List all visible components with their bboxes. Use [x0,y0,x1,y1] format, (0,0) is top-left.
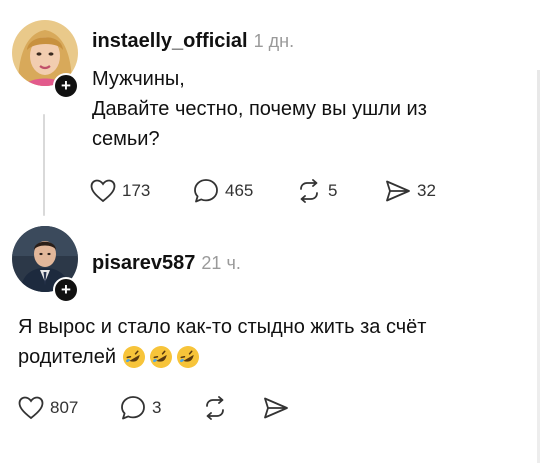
post-text-line-1: Мужчины, [92,68,185,90]
comment-bubble-icon [194,179,218,203]
reply-repost-button[interactable] [202,396,228,420]
reply-comment-count: 3 [152,398,162,417]
post-like-button[interactable]: 173 [90,179,150,203]
reply-like-button[interactable]: 807 [18,396,78,420]
rolling-on-floor-laughing-emoji-group [122,345,200,369]
post-username[interactable]: instaelly_official [92,30,248,52]
heart-icon [90,179,116,203]
reply-text: Я вырос и стало как-то стыдно жить за сч… [18,312,426,372]
rolling-laughing-emoji-icon [150,346,173,368]
heart-icon [18,396,44,420]
post-repost-count: 5 [328,181,338,200]
follow-plus-button[interactable]: + [53,73,79,99]
thread-line [43,114,45,216]
follow-plus-button-reply[interactable]: + [53,277,79,303]
reply-time: 21 ч. [201,253,241,273]
comment-bubble-icon [121,396,145,420]
send-icon [386,180,410,202]
reply-share-button[interactable] [263,396,289,420]
reply-like-count: 807 [50,398,79,417]
reply-text-line-1: Я вырос и стало как-то стыдно жить за сч… [18,316,427,338]
post-text-line-2: Давайте честно, почему вы ушли из [92,98,427,120]
post-like-count: 173 [122,181,151,200]
reply-text-line-2-text: родителей [18,346,117,368]
post-text-line-3: семьи? [92,128,160,150]
post-time: 1 дн. [253,31,295,51]
reply-text-line-2: родителей [18,342,426,372]
reply-username[interactable]: pisarev587 [92,252,195,274]
repost-icon [300,179,318,203]
rolling-laughing-emoji-icon [177,346,200,368]
post-share-button[interactable]: 32 [385,179,436,203]
post-repost-button[interactable]: 5 [296,179,337,203]
reply-header: pisarev587 21 ч. [92,252,241,275]
reply-comment-button[interactable]: 3 [120,395,161,421]
repost-icon [206,396,224,420]
rolling-laughing-emoji-icon [123,346,146,368]
post-comment-button[interactable]: 465 [193,178,253,204]
post-share-count: 32 [417,181,436,200]
post-text: Мужчины, Давайте честно, почему вы ушли … [92,64,427,154]
post-comment-count: 465 [225,181,254,200]
send-icon [264,397,288,419]
post-header: instaelly_official 1 дн. [92,30,294,53]
